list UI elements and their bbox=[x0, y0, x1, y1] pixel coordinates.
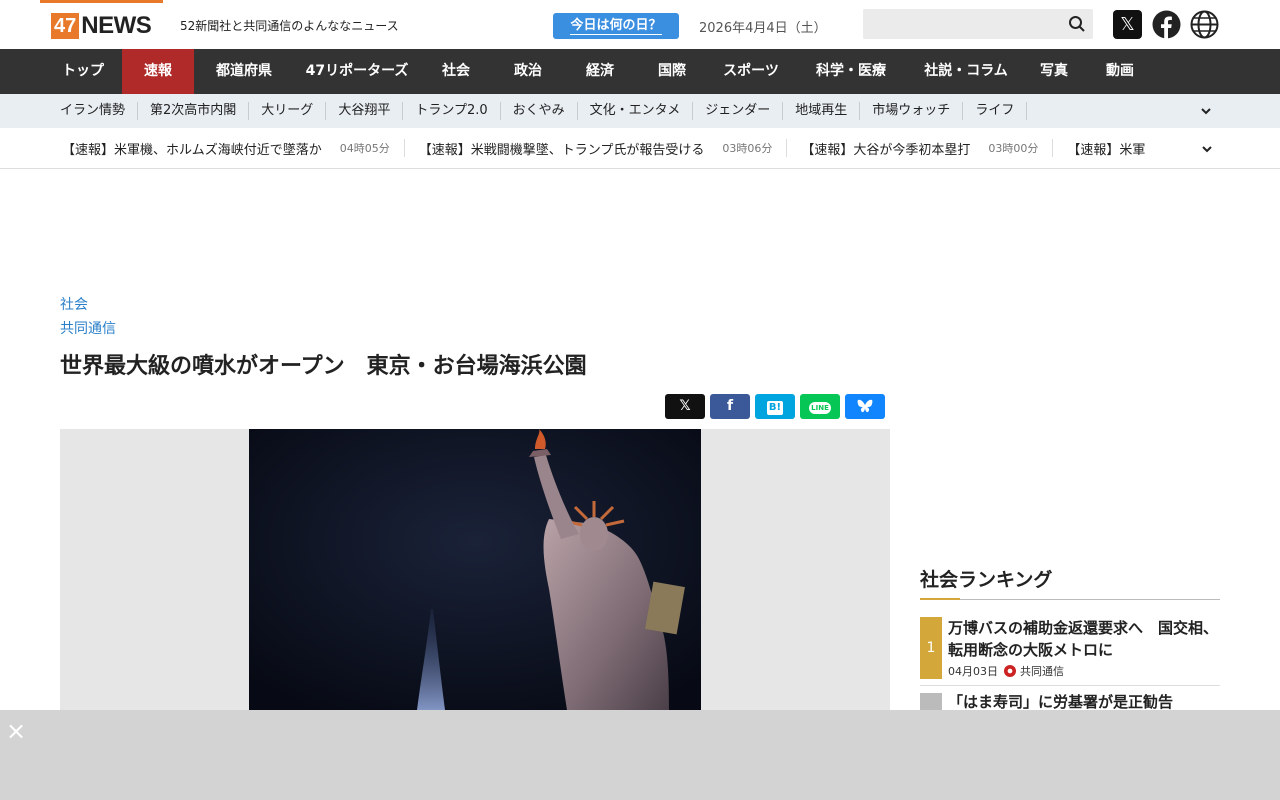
ranking-divider-accent bbox=[920, 598, 960, 600]
ticker-item[interactable]: 【速報】米戦闘機撃墜、トランプ氏が報告受ける 03時06分 bbox=[405, 139, 788, 158]
ticker-item[interactable]: 【速報】大谷が今季初本塁打 03時00分 bbox=[787, 139, 1054, 158]
article-photo[interactable] bbox=[249, 429, 701, 710]
article-category[interactable]: 社会 bbox=[60, 294, 88, 314]
topic-takaichi-cabinet[interactable]: 第2次高市内閣 bbox=[138, 102, 250, 120]
nav-item-society[interactable]: 社会 bbox=[420, 49, 492, 94]
chevron-down-icon[interactable] bbox=[1199, 104, 1213, 118]
topic-trump[interactable]: トランプ2.0 bbox=[403, 102, 501, 120]
close-icon[interactable]: × bbox=[5, 719, 27, 743]
share-x-button[interactable]: 𝕏 bbox=[665, 394, 705, 419]
rank-headline: 万博バスの補助金返還要求へ 国交相、転用断念の大阪メトロに bbox=[948, 619, 1219, 659]
topic-regional[interactable]: 地域再生 bbox=[783, 102, 861, 120]
today-button-label: 今日は何の日？ bbox=[570, 18, 662, 35]
hatena-bookmark-icon: B! bbox=[766, 401, 784, 415]
logo-accent-bar bbox=[40, 0, 163, 3]
topic-gender[interactable]: ジェンダー bbox=[693, 102, 784, 120]
statue-of-liberty-photo bbox=[249, 429, 701, 710]
search-input[interactable] bbox=[863, 9, 1058, 39]
article-photo-container bbox=[60, 429, 890, 710]
bluesky-icon bbox=[857, 399, 873, 413]
topic-navigation: イラン情勢 第2次高市内閣 大リーグ 大谷翔平 トランプ2.0 おくやみ 文化・… bbox=[0, 94, 1280, 128]
main-navigation: トップ 速報 都道府県 47リポーターズ 社会 政治 経済 国際 スポーツ 科学… bbox=[0, 49, 1280, 94]
share-bluesky-button[interactable] bbox=[845, 394, 885, 419]
rank-meta: 04月03日 共同通信 bbox=[948, 663, 1064, 679]
globe-icon[interactable] bbox=[1190, 10, 1219, 39]
bottom-ad-banner: × bbox=[0, 710, 1280, 800]
topic-market[interactable]: 市場ウォッチ bbox=[860, 102, 964, 120]
rank-source: 共同通信 bbox=[1020, 665, 1064, 678]
search-icon[interactable] bbox=[1068, 15, 1086, 33]
nav-item-editorial-column[interactable]: 社説・コラム bbox=[908, 49, 1024, 94]
ticker-item[interactable]: 【速報】米軍 bbox=[1053, 139, 1159, 158]
ranking-divider bbox=[920, 599, 1220, 600]
ticker-title: 【速報】米戦闘機撃墜、トランプ氏が報告受ける bbox=[418, 142, 705, 158]
ranking-separator bbox=[920, 685, 1220, 686]
topic-ohtani[interactable]: 大谷翔平 bbox=[326, 102, 404, 120]
topic-list: イラン情勢 第2次高市内閣 大リーグ 大谷翔平 トランプ2.0 おくやみ 文化・… bbox=[48, 94, 1028, 128]
current-date: 2026年4月4日（土） bbox=[699, 21, 827, 36]
nav-item-47reporters[interactable]: 47リポーターズ bbox=[294, 49, 420, 94]
ticker-time: 03時06分 bbox=[722, 142, 773, 155]
topic-iran[interactable]: イラン情勢 bbox=[48, 102, 139, 120]
ticker-time: 03時00分 bbox=[988, 142, 1039, 155]
x-icon: 𝕏 bbox=[679, 398, 691, 414]
ranking-title: 社会ランキング bbox=[920, 569, 1053, 591]
breaking-news-ticker: 【速報】米軍機、ホルムズ海峡付近で墜落か 04時05分 【速報】米戦闘機撃墜、ト… bbox=[0, 128, 1280, 169]
ticker-title: 【速報】米軍 bbox=[1067, 142, 1146, 158]
share-facebook-button[interactable]: f bbox=[710, 394, 750, 419]
article-headline: 世界最大級の噴水がオープン 東京・お台場海浜公園 bbox=[60, 354, 587, 379]
rank-number: 1 bbox=[920, 617, 942, 679]
logo-text: NEWS bbox=[81, 11, 152, 39]
rank-date: 04月03日 bbox=[948, 665, 998, 678]
nav-item-science-medical[interactable]: 科学・医療 bbox=[794, 49, 908, 94]
chevron-down-icon[interactable] bbox=[1200, 142, 1214, 156]
topic-culture[interactable]: 文化・エンタメ bbox=[578, 102, 694, 120]
x-icon[interactable]: 𝕏 bbox=[1113, 10, 1142, 39]
ticker-item[interactable]: 【速報】米軍機、ホルムズ海峡付近で墜落か 04時05分 bbox=[48, 139, 405, 158]
line-icon: LINE bbox=[809, 402, 831, 414]
nav-item-politics[interactable]: 政治 bbox=[492, 49, 564, 94]
logo-number: 47 bbox=[51, 12, 80, 39]
nav-item-videos[interactable]: 動画 bbox=[1084, 49, 1156, 94]
site-tagline: 52新聞社と共同通信のよんななニュース bbox=[180, 19, 399, 33]
topic-obituaries[interactable]: おくやみ bbox=[501, 102, 578, 120]
site-header: 47 NEWS 52新聞社と共同通信のよんななニュース 今日は何の日？ 2026… bbox=[0, 0, 1280, 49]
nav-item-top[interactable]: トップ bbox=[44, 49, 122, 94]
ticker-title: 【速報】米軍機、ホルムズ海峡付近で墜落か bbox=[62, 142, 322, 158]
nav-item-international[interactable]: 国際 bbox=[636, 49, 708, 94]
ticker-time: 04時05分 bbox=[339, 142, 390, 155]
share-line-button[interactable]: LINE bbox=[800, 394, 840, 419]
nav-item-sports[interactable]: スポーツ bbox=[708, 49, 794, 94]
facebook-icon[interactable] bbox=[1152, 10, 1181, 39]
site-logo[interactable]: 47 NEWS bbox=[51, 11, 152, 39]
ranking-item[interactable]: 1 万博バスの補助金返還要求へ 国交相、転用断念の大阪メトロに 04月03日 共… bbox=[920, 617, 1220, 679]
share-hatena-button[interactable]: B! bbox=[755, 394, 795, 419]
topic-mlb[interactable]: 大リーグ bbox=[249, 102, 327, 120]
nav-item-photos[interactable]: 写真 bbox=[1024, 49, 1084, 94]
nav-item-economy[interactable]: 経済 bbox=[564, 49, 636, 94]
ticker-list: 【速報】米軍機、ホルムズ海峡付近で墜落か 04時05分 【速報】米戦闘機撃墜、ト… bbox=[48, 128, 1196, 168]
ticker-title: 【速報】大谷が今季初本塁打 bbox=[801, 142, 971, 158]
today-in-history-button[interactable]: 今日は何の日？ bbox=[553, 13, 679, 39]
nav-item-breaking[interactable]: 速報 bbox=[122, 49, 194, 94]
search-box bbox=[863, 9, 1093, 39]
facebook-icon: f bbox=[726, 398, 734, 414]
nav-item-prefectures[interactable]: 都道府県 bbox=[194, 49, 294, 94]
topic-life[interactable]: ライフ bbox=[963, 102, 1028, 120]
kyodo-logo-icon bbox=[1004, 665, 1016, 677]
article-source[interactable]: 共同通信 bbox=[60, 318, 116, 338]
